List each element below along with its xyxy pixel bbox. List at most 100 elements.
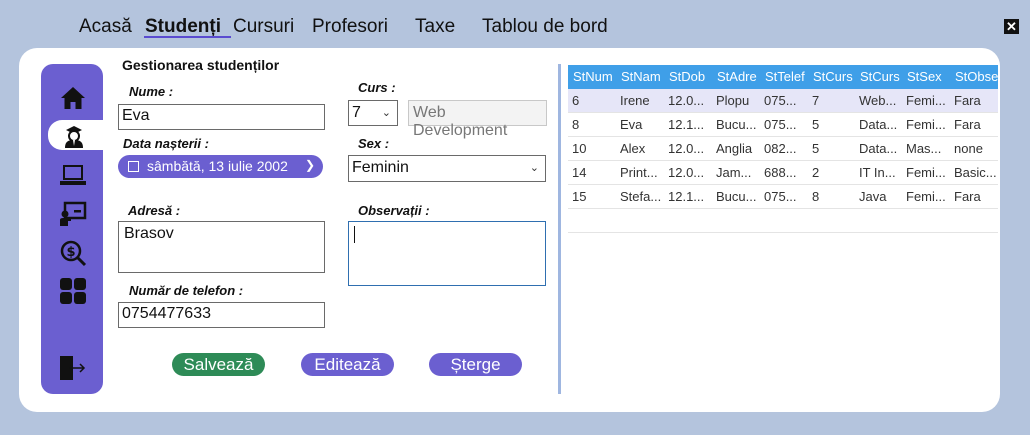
grid-cell[interactable]: 8 [568,113,616,136]
dashboard-icon[interactable] [59,277,87,305]
grid-column-header[interactable]: StTelef [760,65,808,89]
grid-cell[interactable]: 2 [808,161,855,184]
name-input[interactable]: Eva [118,104,325,130]
grid-cell[interactable]: Mas... [902,137,950,160]
grid-column-header[interactable]: StAdre [712,65,760,89]
grid-cell[interactable]: Eva [616,113,664,136]
nav-acasa[interactable]: Acasă [79,16,132,38]
save-button[interactable]: Salvează [172,353,265,376]
grid-cell[interactable]: 688... [760,161,808,184]
grid-cell[interactable]: IT In... [855,161,902,184]
grid-cell[interactable]: 075... [760,113,808,136]
phone-label: Număr de telefon : [129,283,244,298]
grid-cell[interactable]: 12.0... [664,161,712,184]
calendar-icon [128,161,139,172]
grid-row[interactable]: 6 Irene 12.0... Plopu 075... 7 Web... Femi... Fa… [568,89,998,113]
grid-cell[interactable]: Basic... [950,161,998,184]
grid-header: StNum StNam StDob StAdre StTelef StCurs StCurs… [568,65,998,89]
text-caret [354,226,355,243]
grid-column-header[interactable]: StCurs [808,65,855,89]
active-nav-underline [144,36,231,38]
grid-cell[interactable]: 15 [568,185,616,208]
birth-date-picker[interactable]: sâmbătă, 13 iulie 2002 ❯ [118,155,323,178]
grid-column-header[interactable]: StCurs [855,65,902,89]
grid-cell[interactable]: 075... [760,89,808,112]
grid-cell[interactable]: Femi... [902,161,950,184]
grid-cell[interactable]: Bucu... [712,113,760,136]
grid-column-header[interactable]: StSex [902,65,950,89]
grid-cell[interactable]: 5 [808,137,855,160]
teacher-icon[interactable] [59,200,87,228]
grid-cell[interactable]: none [950,137,998,160]
grid-column-header[interactable]: StObse [950,65,998,89]
grid-cell[interactable]: 10 [568,137,616,160]
course-select-value: 7 [352,104,361,121]
grid-cell[interactable]: 082... [760,137,808,160]
home-icon[interactable] [59,84,87,112]
address-input[interactable]: Brasov [118,221,325,273]
grid-cell[interactable]: Jam... [712,161,760,184]
sidebar [41,64,103,394]
nav-taxe[interactable]: Taxe [415,16,455,38]
grid-cell[interactable]: 12.0... [664,89,712,112]
grid-cell[interactable]: 075... [760,185,808,208]
grid-cell[interactable]: Anglia [712,137,760,160]
grid-row[interactable]: 14 Print... 12.0... Jam... 688... 2 IT In... Fe… [568,161,998,185]
laptop-icon[interactable] [59,161,87,189]
grid-column-header[interactable]: StDob [664,65,712,89]
nav-studenti[interactable]: Studenți [145,16,221,38]
grid-row[interactable]: 10 Alex 12.0... Anglia 082... 5 Data... Mas... n… [568,137,998,161]
grid-column-header[interactable]: StNum [568,65,616,89]
nav-tablou-de-bord[interactable]: Tablou de bord [482,16,608,38]
grid-row[interactable]: 8 Eva 12.1... Bucu... 075... 5 Data... Femi... F… [568,113,998,137]
grid-cell[interactable]: Femi... [902,113,950,136]
grid-cell[interactable]: Fara [950,89,998,112]
close-button[interactable]: ✕ [1004,19,1019,34]
grid-cell[interactable]: 14 [568,161,616,184]
grid-cell[interactable]: Web... [855,89,902,112]
grid-cell[interactable]: Femi... [902,185,950,208]
delete-button[interactable]: Șterge [429,353,522,376]
grid-cell[interactable]: Stefa... [616,185,664,208]
grid-body: 6 Irene 12.0... Plopu 075... 7 Web... Femi... Fa… [568,89,998,209]
observations-input[interactable] [348,221,546,286]
svg-text:$: $ [66,245,75,260]
fees-icon[interactable]: $ [59,239,87,267]
student-icon[interactable] [60,122,88,150]
observations-label: Observații : [358,203,430,218]
grid-cell[interactable]: Plopu [712,89,760,112]
grid-column-header[interactable]: StNam [616,65,664,89]
name-label: Nume : [129,84,174,99]
grid-cell[interactable]: Bucu... [712,185,760,208]
grid-cell[interactable]: Data... [855,113,902,136]
course-select[interactable]: 7 ⌄ [348,100,398,126]
grid-cell[interactable]: Fara [950,113,998,136]
grid-cell[interactable]: 12.1... [664,113,712,136]
vertical-divider [558,64,561,394]
grid-row[interactable]: 15 Stefa... 12.1... Bucu... 075... 8 Java Femi.… [568,185,998,209]
course-name-field: Web Development [408,100,547,139]
grid-cell[interactable]: Femi... [902,89,950,112]
grid-cell[interactable]: 7 [808,89,855,112]
grid-cell[interactable]: Java [855,185,902,208]
sex-select-value: Feminin [352,159,409,176]
grid-cell[interactable]: Fara [950,185,998,208]
grid-cell[interactable]: Alex [616,137,664,160]
nav-profesori[interactable]: Profesori [312,16,388,38]
grid-cell[interactable]: 5 [808,113,855,136]
grid-cell[interactable]: 12.0... [664,137,712,160]
edit-button[interactable]: Editează [301,353,394,376]
birth-date-label: Data nașterii : [123,136,209,151]
sex-select[interactable]: Feminin ⌄ [348,155,546,182]
grid-cell[interactable]: 12.1... [664,185,712,208]
grid-cell[interactable]: 6 [568,89,616,112]
nav-cursuri[interactable]: Cursuri [233,16,294,38]
grid-cell[interactable]: Irene [616,89,664,112]
students-grid[interactable]: StNum StNam StDob StAdre StTelef StCurs StCurs… [568,65,998,233]
chevron-down-icon: ❯ [304,158,315,172]
grid-cell[interactable]: 8 [808,185,855,208]
grid-cell[interactable]: Data... [855,137,902,160]
phone-input[interactable]: 0754477633 [118,302,325,328]
logout-icon[interactable] [59,354,87,382]
grid-cell[interactable]: Print... [616,161,664,184]
